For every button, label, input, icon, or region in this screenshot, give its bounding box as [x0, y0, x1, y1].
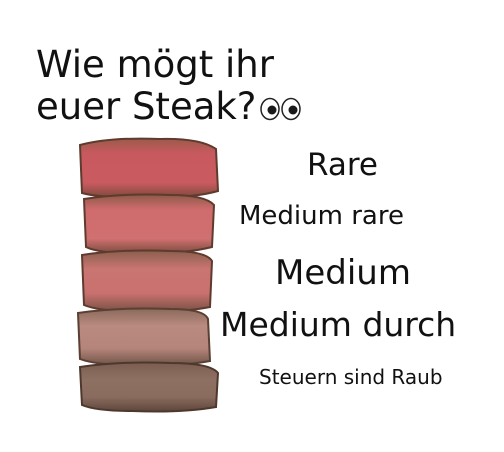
steak-stack-image [76, 137, 220, 413]
level-medium-durch: Medium durch [220, 305, 457, 344]
headline-line-2-text: euer Steak? [36, 85, 257, 128]
headline-line-2: euer Steak? [36, 86, 302, 128]
level-medium-rare: Medium rare [239, 201, 404, 231]
eyes-icon [260, 97, 302, 120]
steak-slice-well-done [78, 361, 220, 413]
level-rare: Rare [307, 147, 378, 183]
level-steuern-sind-raub: Steuern sind Raub [259, 365, 443, 389]
steak-slice-medium-well [76, 307, 212, 367]
steak-slice-medium-rare [82, 193, 216, 255]
headline-line-1: Wie mögt ihr [36, 43, 274, 86]
level-medium: Medium [275, 253, 411, 293]
headline: Wie mögt ihr euer Steak? [36, 44, 302, 128]
steak-slice-medium [80, 249, 214, 313]
steak-slice-rare [78, 137, 220, 199]
